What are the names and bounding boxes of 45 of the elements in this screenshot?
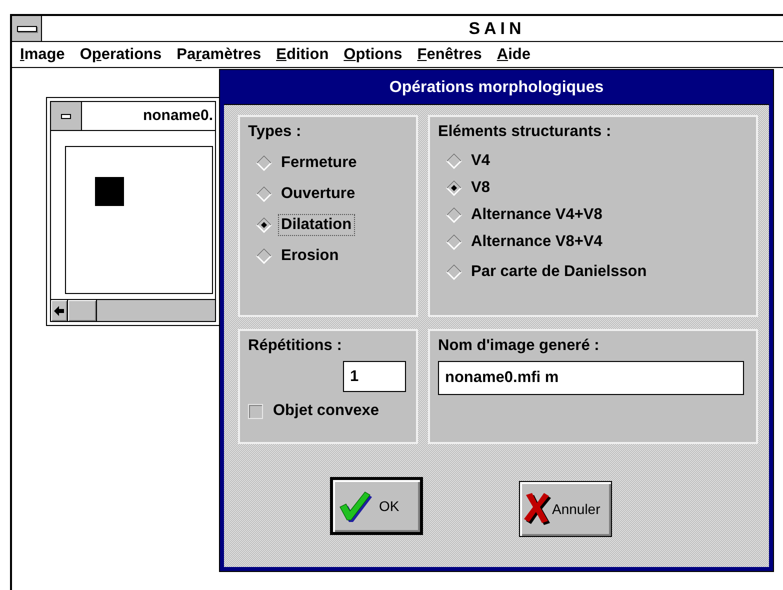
scrollbar[interactable] [51, 299, 215, 321]
menu-item[interactable]: Operations [78, 46, 175, 64]
option-label[interactable]: V8 [468, 176, 493, 198]
option-label[interactable]: Par carte de Danielsson [468, 261, 650, 283]
menu-item[interactable]: Image [18, 46, 78, 64]
option-label[interactable]: Dilatation [278, 214, 355, 236]
checkbox[interactable] [248, 404, 263, 418]
radio-button[interactable] [446, 180, 462, 196]
radio-button[interactable] [446, 264, 462, 280]
radio-button[interactable] [446, 152, 462, 168]
system-menu-button[interactable] [51, 102, 82, 130]
check-icon [339, 489, 373, 523]
menu-item[interactable]: Aide [494, 46, 544, 64]
field-label: Nom d'image generé : [438, 337, 600, 355]
group-label: Types : [248, 123, 302, 141]
window-title: SAIN [468, 18, 526, 40]
window-title: noname0. [142, 106, 214, 126]
cancel-button[interactable]: Annuler [519, 481, 612, 537]
radio-button[interactable] [446, 234, 462, 250]
menu-item[interactable]: Paramètres [174, 46, 274, 64]
option-label[interactable]: Fermeture [278, 152, 360, 174]
radio-button[interactable] [256, 154, 272, 170]
radio-button[interactable] [256, 248, 272, 264]
input-field[interactable]: 1 [343, 361, 406, 392]
menu-item[interactable]: Fenêtres [415, 46, 495, 64]
option-label[interactable]: Alternance V4+V8 [468, 204, 606, 226]
ok-button[interactable]: OK [330, 477, 423, 535]
option-label[interactable]: Ouverture [278, 182, 358, 204]
option-label[interactable]: Erosion [278, 244, 342, 266]
radio-button[interactable] [256, 186, 272, 202]
group-label: Eléments structurants : [438, 123, 612, 141]
dialog-title: Opérations morphologiques [224, 74, 769, 105]
menu-item[interactable]: Edition [274, 46, 342, 64]
checkbox-label[interactable]: Objet convexe [273, 402, 379, 420]
system-menu-button[interactable] [12, 16, 42, 41]
input-field[interactable]: noname0.mfi m [438, 361, 744, 395]
option-label[interactable]: V4 [468, 150, 493, 172]
field-label: Répétitions : [248, 337, 343, 355]
cross-icon [524, 492, 552, 526]
left-arrow-icon[interactable] [54, 306, 64, 316]
menu-item[interactable]: Options [342, 46, 416, 64]
radio-button[interactable] [446, 206, 462, 222]
radio-button[interactable] [256, 216, 272, 232]
option-label[interactable]: Alternance V8+V4 [468, 230, 606, 252]
square-shape [95, 177, 124, 206]
